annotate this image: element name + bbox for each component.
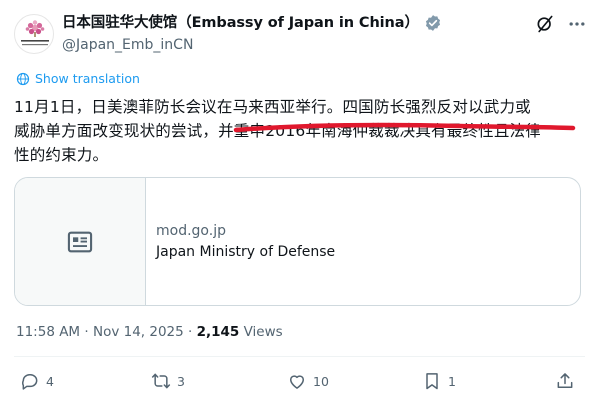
share-button[interactable] [555,371,575,391]
divider [14,356,585,357]
repost-icon [151,373,171,389]
bookmark-count: 1 [448,373,456,389]
tweet-line: 威胁单方面改变现状的尝试，并重申2016年南海仲裁裁决具有最终性且法律 [14,122,541,140]
views-label: Views [239,324,283,340]
tweet-time[interactable]: 11:58 AM [16,324,80,340]
meta-separator: · [80,324,93,340]
reply-count: 4 [46,373,54,389]
tweet-meta: 11:58 AM · Nov 14, 2025 · 2,145 Views [16,324,283,340]
like-button[interactable]: 10 [287,371,329,391]
reply-icon [22,374,38,390]
embassy-logo [21,20,49,46]
repost-button[interactable]: 3 [151,371,185,391]
verified-badge-icon [425,15,440,31]
share-icon [557,373,573,388]
heart-icon [290,375,304,389]
bookmark-button[interactable]: 1 [422,371,456,391]
link-card-thumbnail [15,178,146,305]
translate-icon [16,72,30,85]
tweet-text: 11月1日，日美澳菲防长会议在马来西亚举行。四国防长强烈反对以武力或 威胁单方面… [14,95,586,167]
meta-separator: · [183,324,197,340]
show-translation-link[interactable]: Show translation [16,71,140,86]
tweet-line: 11月1日，日美澳菲防长会议在马来西亚举行。四国防长强烈反对以武力或 [14,98,531,116]
bookmark-icon [426,373,438,390]
more-icon[interactable] [566,14,588,34]
link-card-title: Japan Ministry of Defense [156,244,336,260]
like-count: 10 [313,373,329,389]
reply-button[interactable]: 4 [20,371,54,391]
action-bar: 4 3 10 1 [0,371,599,397]
tweet-date[interactable]: Nov 14, 2025 [93,324,184,340]
link-card-domain: mod.go.jp [156,223,226,239]
views-count[interactable]: 2,145 [197,324,240,340]
account-name-row[interactable]: 日本国驻华大使馆（Embassy of Japan in China） [62,13,442,33]
repost-count: 3 [177,373,185,389]
grok-icon[interactable] [535,14,555,34]
show-translation-label: Show translation [35,71,140,86]
tweet-line: 性的约束力。 [14,146,109,164]
display-name[interactable]: 日本国驻华大使馆（Embassy of Japan in China） [62,13,419,33]
article-icon [67,231,93,252]
account-handle[interactable]: @Japan_Emb_inCN [62,35,193,55]
link-preview-card[interactable]: mod.go.jp Japan Ministry of Defense [14,177,581,306]
avatar[interactable] [14,14,54,54]
